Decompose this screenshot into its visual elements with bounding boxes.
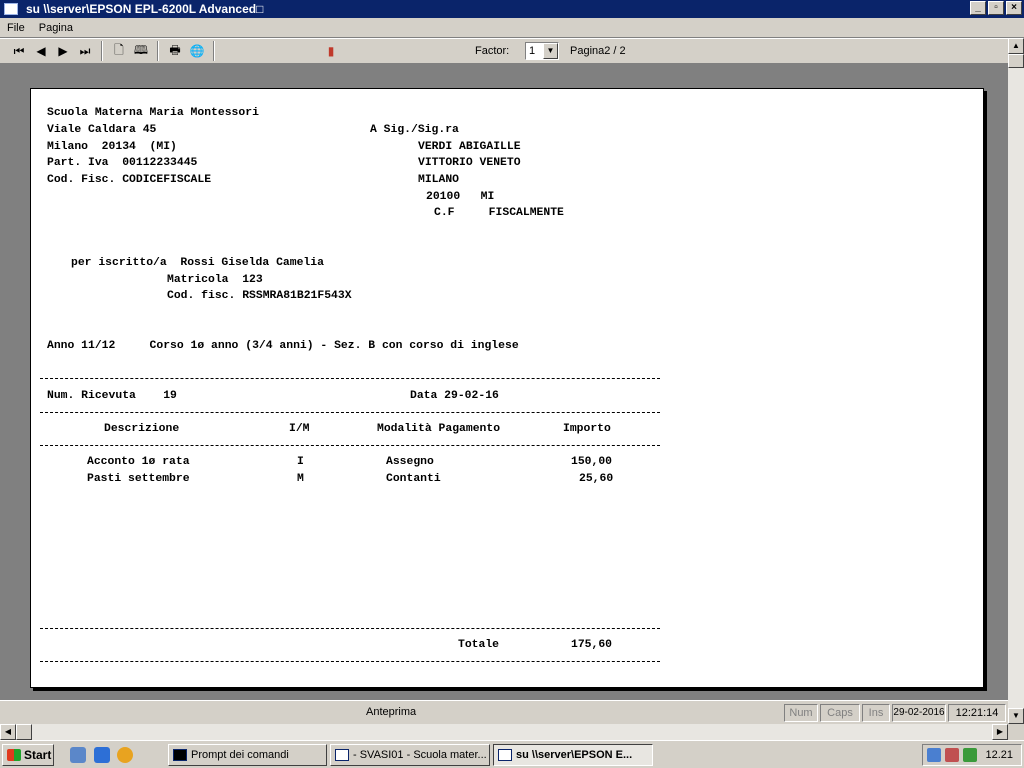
desktop-icon[interactable] (70, 747, 86, 763)
factor-label: Factor: (475, 45, 510, 57)
update-icon[interactable] (963, 748, 977, 762)
two-pages-icon[interactable]: 🕮 (130, 41, 152, 61)
factor-value: 1 (529, 45, 536, 57)
menu-pagina[interactable]: Pagina (32, 19, 80, 37)
scroll-thumb[interactable] (1008, 54, 1024, 68)
course-line: Anno 11/12 Corso 1ø anno (3/4 anni) - Se… (47, 340, 519, 352)
row-desc: Pasti settembre (87, 473, 190, 485)
single-page-icon[interactable]: 🗋 (108, 41, 130, 61)
next-page-icon[interactable]: ▶ (52, 41, 74, 61)
school-address: Viale Caldara 45 (47, 124, 157, 136)
close-button[interactable]: × (1006, 1, 1022, 15)
recipient-city: MILANO (418, 174, 460, 186)
window-icon (335, 749, 349, 761)
taskbar: Start Prompt dei comandi - SVASI01 - Scu… (0, 740, 1024, 768)
school-cf: Cod. Fisc. CODICEFISCALE (47, 174, 212, 186)
chevron-down-icon[interactable]: ▼ (543, 43, 558, 59)
last-page-icon[interactable]: ⏭ (74, 41, 96, 61)
security-icon[interactable] (945, 748, 959, 762)
col-descrizione: Descrizione (104, 423, 180, 435)
status-time: 12:21:14 (948, 704, 1006, 722)
school-vat: Part. Iva 00112233445 (47, 157, 198, 169)
first-page-icon[interactable]: ⏮ (8, 41, 30, 61)
window-icon (498, 749, 512, 761)
row-im: I (297, 456, 304, 468)
student-cf: Cod. fisc. RSSMRA81B21F543X (167, 290, 352, 302)
ins-indicator: Ins (862, 704, 890, 722)
task-svasi[interactable]: - SVASI01 - Scuola mater... (330, 744, 490, 766)
divider (40, 412, 660, 413)
total-label: Totale (458, 639, 500, 651)
recipient-street: VITTORIO VENETO (418, 157, 521, 169)
status-date: 29-02-2016 (892, 704, 946, 722)
recipient-name: VERDI ABIGAILLE (418, 141, 521, 153)
school-name: Scuola Materna Maria Montessori (47, 107, 259, 119)
window-title: su \\server\EPSON EPL-6200L Advanced□ (26, 2, 264, 16)
receipt-page: Scuola Materna Maria Montessori Viale Ca… (30, 88, 984, 688)
divider (40, 445, 660, 446)
scroll-thumb[interactable] (16, 724, 32, 740)
start-label: Start (24, 748, 52, 762)
maximize-button[interactable]: ▫ (988, 1, 1004, 15)
matricola: Matricola 123 (167, 274, 263, 286)
divider (40, 378, 660, 379)
task-epson[interactable]: su \\server\EPSON E... (493, 744, 653, 766)
row-im: M (297, 473, 304, 485)
app-icon[interactable] (4, 3, 18, 15)
factor-select[interactable]: 1 ▼ (525, 42, 559, 60)
prev-page-icon[interactable]: ◀ (30, 41, 52, 61)
media-player-icon[interactable] (117, 747, 133, 763)
num-indicator: Num (784, 704, 818, 722)
ie-icon[interactable] (94, 747, 110, 763)
row-importo: 25,60 (579, 473, 614, 485)
receipt-date: Data 29-02-16 (410, 390, 499, 402)
divider (40, 661, 660, 662)
row-modalita: Contanti (386, 473, 441, 485)
status-bar: Anteprima Num Caps Ins 29-02-2016 12:21:… (0, 700, 1008, 724)
network-icon[interactable] (927, 748, 941, 762)
scroll-right-icon[interactable]: ▶ (992, 724, 1008, 740)
status-mode: Anteprima (366, 706, 417, 718)
row-desc: Acconto 1ø rata (87, 456, 190, 468)
title-bar: su \\server\EPSON EPL-6200L Advanced□ _ … (0, 0, 1024, 18)
minimize-button[interactable]: _ (970, 1, 986, 15)
recipient-cf: C.F FISCALMENTE (434, 207, 564, 219)
receipt-number: Num. Ricevuta 19 (47, 390, 177, 402)
menu-bar: File Pagina (0, 18, 1024, 38)
export-icon[interactable]: 🌐 (186, 41, 208, 61)
system-tray: 12.21 (922, 744, 1022, 766)
task-prompt[interactable]: Prompt dei comandi (168, 744, 327, 766)
print-icon[interactable]: 🖶 (164, 41, 186, 61)
start-button[interactable]: Start (2, 744, 54, 766)
taskbar-clock[interactable]: 12.21 (985, 749, 1013, 761)
col-modalita: Modalità Pagamento (377, 423, 501, 435)
row-modalita: Assegno (386, 456, 434, 468)
school-city: Milano 20134 (MI) (47, 141, 177, 153)
vertical-scrollbar[interactable]: ▲ ▼ (1008, 38, 1024, 724)
page-indicator: Pagina2 / 2 (570, 45, 626, 57)
scroll-left-icon[interactable]: ◀ (0, 724, 16, 740)
toolbar: ⏮ ◀ ▶ ⏭ 🗋 🕮 🖶 🌐 ▮ Factor: Pagina2 / 2 (0, 38, 1008, 64)
recipient-header: A Sig./Sig.ra (370, 124, 459, 136)
divider (40, 628, 660, 629)
student-line: per iscritto/a Rossi Giselda Camelia (71, 257, 324, 269)
exit-door-icon[interactable]: ▮ (320, 41, 342, 61)
total-value: 175,60 (571, 639, 613, 651)
scroll-up-icon[interactable]: ▲ (1008, 38, 1024, 54)
col-im: I/M (289, 423, 310, 435)
scroll-down-icon[interactable]: ▼ (1008, 708, 1024, 724)
caps-indicator: Caps (820, 704, 860, 722)
windows-logo-icon (7, 749, 21, 761)
recipient-zip: 20100 MI (426, 191, 495, 203)
horizontal-scrollbar[interactable]: ◀ ▶ (0, 724, 1008, 740)
col-importo: Importo (563, 423, 611, 435)
cmd-icon (173, 749, 187, 761)
menu-file[interactable]: File (0, 19, 32, 37)
row-importo: 150,00 (571, 456, 613, 468)
